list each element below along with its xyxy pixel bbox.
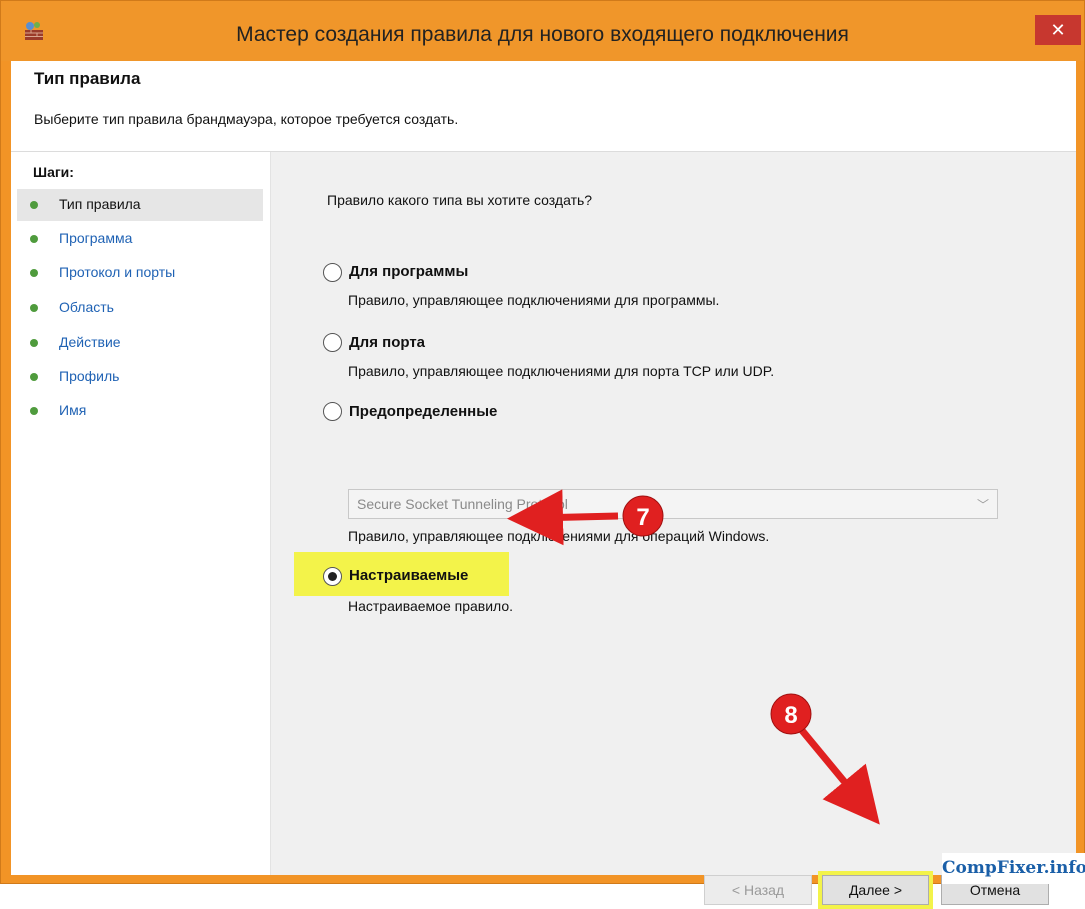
arrow-to-custom-option xyxy=(507,489,619,546)
badge-8-label: 8 xyxy=(784,702,797,729)
badge-7-label: 7 xyxy=(636,504,649,531)
watermark: CompFixer.info xyxy=(942,853,1085,884)
arrow-to-next-button xyxy=(797,725,880,825)
tutorial-annotations: 7 8 xyxy=(507,489,880,825)
